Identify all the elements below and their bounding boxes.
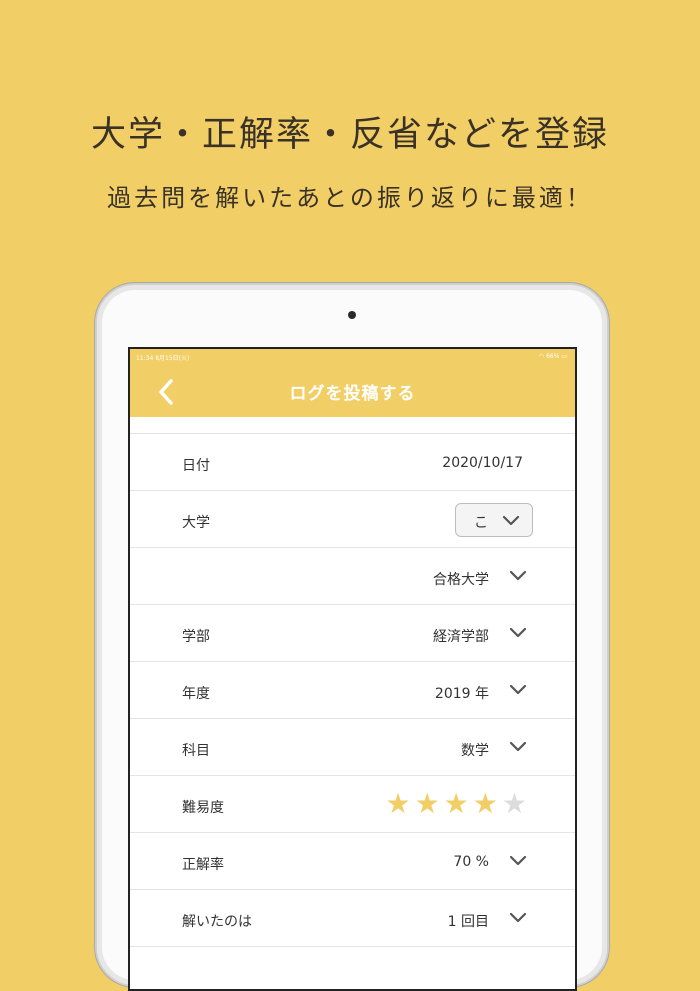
difficulty-rating[interactable]: ★ ★ ★ ★ ★ — [381, 790, 527, 818]
faculty-label: 学部 — [182, 629, 210, 645]
university-select-row[interactable]: 合格大学 — [130, 548, 575, 605]
star-filled-icon[interactable]: ★ — [385, 790, 410, 818]
attempt-row[interactable]: 解いたのは 1 回目 — [130, 890, 575, 947]
chevron-down-icon[interactable] — [509, 568, 527, 582]
university-row: 大学 こ — [130, 491, 575, 548]
wifi-icon: ◠ — [538, 353, 545, 360]
star-empty-icon[interactable]: ★ — [502, 790, 527, 818]
star-filled-icon[interactable]: ★ — [473, 790, 498, 818]
university-select-value: 合格大学 — [433, 572, 489, 588]
university-picker-button[interactable]: こ — [455, 503, 533, 537]
battery-icon: ▭ — [561, 353, 567, 360]
promo-headline: 大学・正解率・反省などを登録 — [90, 115, 609, 155]
navigation-bar: ログを投稿する — [130, 365, 575, 417]
accuracy-row[interactable]: 正解率 70 % — [130, 833, 575, 890]
date-value[interactable]: 2020/10/17 — [442, 455, 523, 471]
year-label: 年度 — [182, 686, 210, 702]
form-list: 日付 2020/10/17 大学 こ 合格大学 学部 経済学部 年度 2019 … — [130, 417, 575, 947]
faculty-value: 経済学部 — [433, 629, 489, 645]
chevron-down-icon — [502, 515, 520, 526]
chevron-down-icon[interactable] — [509, 739, 527, 753]
university-label: 大学 — [182, 515, 210, 531]
attempt-label: 解いたのは — [182, 914, 252, 930]
status-time: 11:34 8月15日(火) — [136, 355, 190, 362]
subject-value: 数学 — [461, 743, 489, 759]
page-title: ログを投稿する — [289, 384, 416, 404]
chevron-down-icon[interactable] — [509, 910, 527, 924]
chevron-down-icon[interactable] — [509, 853, 527, 867]
camera-dot — [348, 311, 356, 319]
star-filled-icon[interactable]: ★ — [415, 790, 440, 818]
year-row[interactable]: 年度 2019 年 — [130, 662, 575, 719]
faculty-row[interactable]: 学部 経済学部 — [130, 605, 575, 662]
accuracy-value: 70 % — [453, 854, 489, 870]
chevron-down-icon[interactable] — [509, 625, 527, 639]
tablet-frame: 11:34 8月15日(火) ◠ 66% ▭ ログを投稿する 日付 2020/1… — [95, 283, 609, 991]
university-picker-text: こ — [474, 515, 488, 531]
status-right: ◠ 66% ▭ — [539, 353, 567, 360]
year-value: 2019 年 — [434, 686, 489, 702]
attempt-value: 1 回目 — [447, 914, 489, 930]
difficulty-label: 難易度 — [182, 800, 224, 816]
list-top-spacer — [130, 417, 575, 434]
date-label: 日付 — [182, 458, 210, 474]
battery-level: 66% — [546, 353, 560, 360]
subject-label: 科目 — [182, 743, 210, 759]
subject-row[interactable]: 科目 数学 — [130, 719, 575, 776]
star-filled-icon[interactable]: ★ — [444, 790, 469, 818]
accuracy-label: 正解率 — [182, 857, 224, 873]
app-screen: 11:34 8月15日(火) ◠ 66% ▭ ログを投稿する 日付 2020/1… — [128, 347, 577, 991]
status-bar: 11:34 8月15日(火) ◠ 66% ▭ — [130, 349, 575, 365]
promo-subline: 過去問を解いたあとの振り返りに最適！ — [107, 184, 593, 212]
date-row[interactable]: 日付 2020/10/17 — [130, 434, 575, 491]
difficulty-row: 難易度 ★ ★ ★ ★ ★ — [130, 776, 575, 833]
chevron-down-icon[interactable] — [509, 682, 527, 696]
